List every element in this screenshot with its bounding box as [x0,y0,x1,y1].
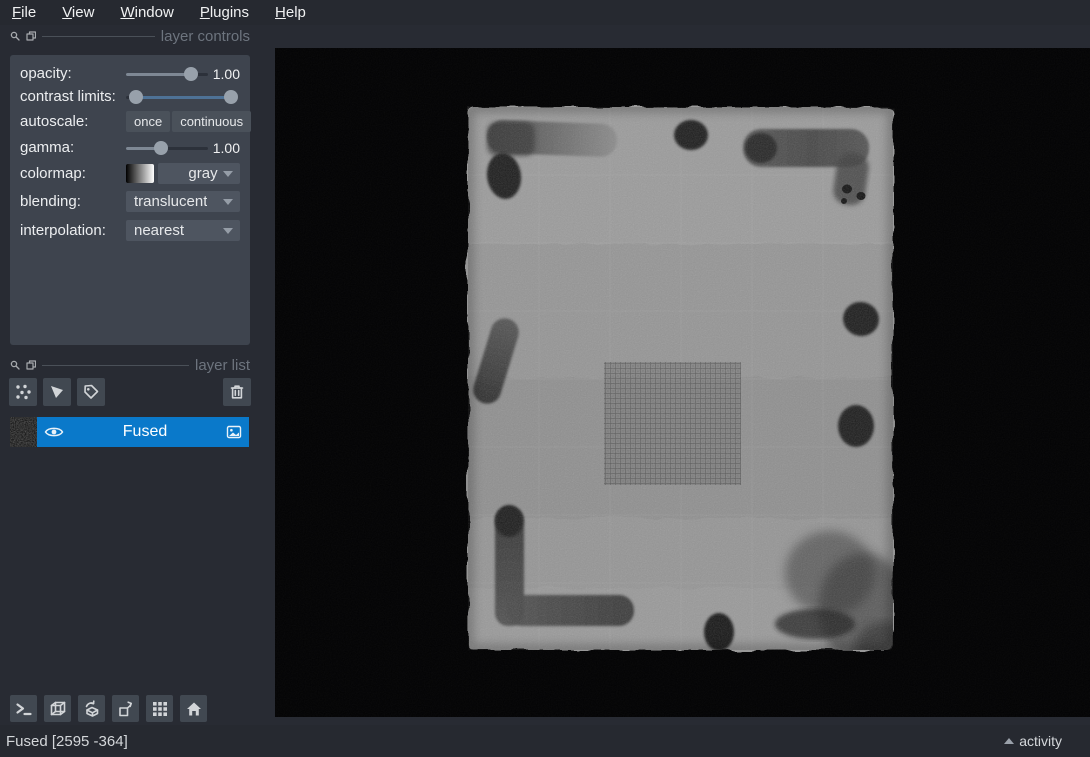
float-panel-icon[interactable] [10,360,20,370]
layer-list-toolbar [9,378,251,407]
autoscale-label: autoscale: [20,113,126,130]
home-icon [185,700,203,718]
contrast-limits-label: contrast limits: [20,88,126,105]
transpose-dimensions-button[interactable] [112,695,139,722]
chevron-up-icon [1004,738,1014,744]
interpolation-row: interpolation: nearest [20,216,240,245]
viewer-canvas[interactable] [275,48,1090,717]
autoscale-once-button[interactable]: once [126,111,170,132]
blending-select[interactable]: translucent [126,191,240,212]
opacity-value: 1.00 [213,66,240,82]
layer-selected-area[interactable]: Fused [37,417,249,447]
opacity-label: opacity: [20,65,126,82]
blending-label: blending: [20,193,126,210]
hide-panel-icon[interactable] [26,31,36,41]
blending-value: translucent [134,193,207,210]
shapes-icon [48,383,66,401]
status-coordinates: Fused [2595 -364] [6,733,128,750]
new-points-layer-button[interactable] [9,378,37,406]
image-layer-icon [226,424,242,440]
menu-plugins[interactable]: Plugins [200,4,249,21]
points-icon [14,383,32,401]
chevron-down-icon [223,171,233,177]
menu-help[interactable]: Help [275,4,306,21]
titlebar-rule [42,365,189,366]
opacity-handle[interactable] [184,67,198,81]
gamma-handle[interactable] [154,141,168,155]
delete-layer-button[interactable] [223,378,251,406]
toolbar-spacer [111,378,217,407]
transpose-icon [117,700,135,718]
napari-window: File View Window Plugins Help layer cont… [0,0,1090,757]
colormap-select[interactable]: gray [158,163,240,184]
contrast-limits-slider[interactable] [126,90,238,104]
home-reset-view-button[interactable] [180,695,207,722]
contrast-range-fill [136,96,231,99]
activity-toggle[interactable]: activity [1004,733,1062,749]
blending-row: blending: translucent [20,187,240,216]
new-labels-layer-button[interactable] [77,378,105,406]
contrast-limits-row: contrast limits: [20,85,240,108]
layer-thumbnail [10,417,37,447]
layer-controls-title: layer controls [161,28,250,45]
chevron-down-icon [223,199,233,205]
layer-controls-titlebar: layer controls [10,27,250,45]
activity-label: activity [1019,733,1062,749]
viewer-toolbar [10,695,207,722]
interpolation-select[interactable]: nearest [126,220,240,241]
interpolation-label: interpolation: [20,222,126,239]
layer-row-fused[interactable]: Fused [10,417,249,447]
chevron-down-icon [223,228,233,234]
titlebar-rule [42,36,155,37]
layer-list-title: layer list [195,357,250,374]
gamma-value: 1.00 [213,140,240,156]
contrast-high-handle[interactable] [224,90,238,104]
layer-list-titlebar: layer list [10,356,250,374]
autoscale-continuous-button[interactable]: continuous [172,111,251,132]
colormap-row: colormap: gray [20,160,240,187]
roll-dimensions-button[interactable] [78,695,105,722]
ndisplay-toggle-button[interactable] [44,695,71,722]
layer-name[interactable]: Fused [64,423,226,441]
layer-controls-panel: opacity: 1.00 contrast limits: [10,55,250,345]
gamma-row: gamma: 1.00 [20,135,240,160]
trash-icon [228,383,246,401]
roll-cube-icon [83,700,101,718]
contrast-low-handle[interactable] [129,90,143,104]
grid-view-button[interactable] [146,695,173,722]
colormap-gradient-swatch [126,164,154,183]
float-panel-icon[interactable] [10,31,20,41]
gamma-slider[interactable] [126,141,208,155]
gamma-label: gamma: [20,139,126,156]
menu-window[interactable]: Window [120,4,173,21]
opacity-fill [126,73,191,76]
colormap-value: gray [188,165,217,182]
cube-icon [49,700,67,718]
colormap-label: colormap: [20,165,126,182]
opacity-slider[interactable] [126,67,208,81]
labels-icon [82,383,100,401]
status-bar: Fused [2595 -364] activity [0,725,1090,757]
hide-panel-icon[interactable] [26,360,36,370]
menu-file[interactable]: File [12,4,36,21]
menu-bar: File View Window Plugins Help [0,0,1090,25]
interpolation-value: nearest [134,222,184,239]
autoscale-row: autoscale: once continuous [20,108,240,135]
layer-visibility-toggle[interactable] [44,425,64,439]
menu-view[interactable]: View [62,4,94,21]
grid-icon [151,700,169,718]
new-shapes-layer-button[interactable] [43,378,71,406]
console-icon [15,700,33,718]
opacity-row: opacity: 1.00 [20,62,240,85]
eye-icon [44,425,64,439]
console-button[interactable] [10,695,37,722]
